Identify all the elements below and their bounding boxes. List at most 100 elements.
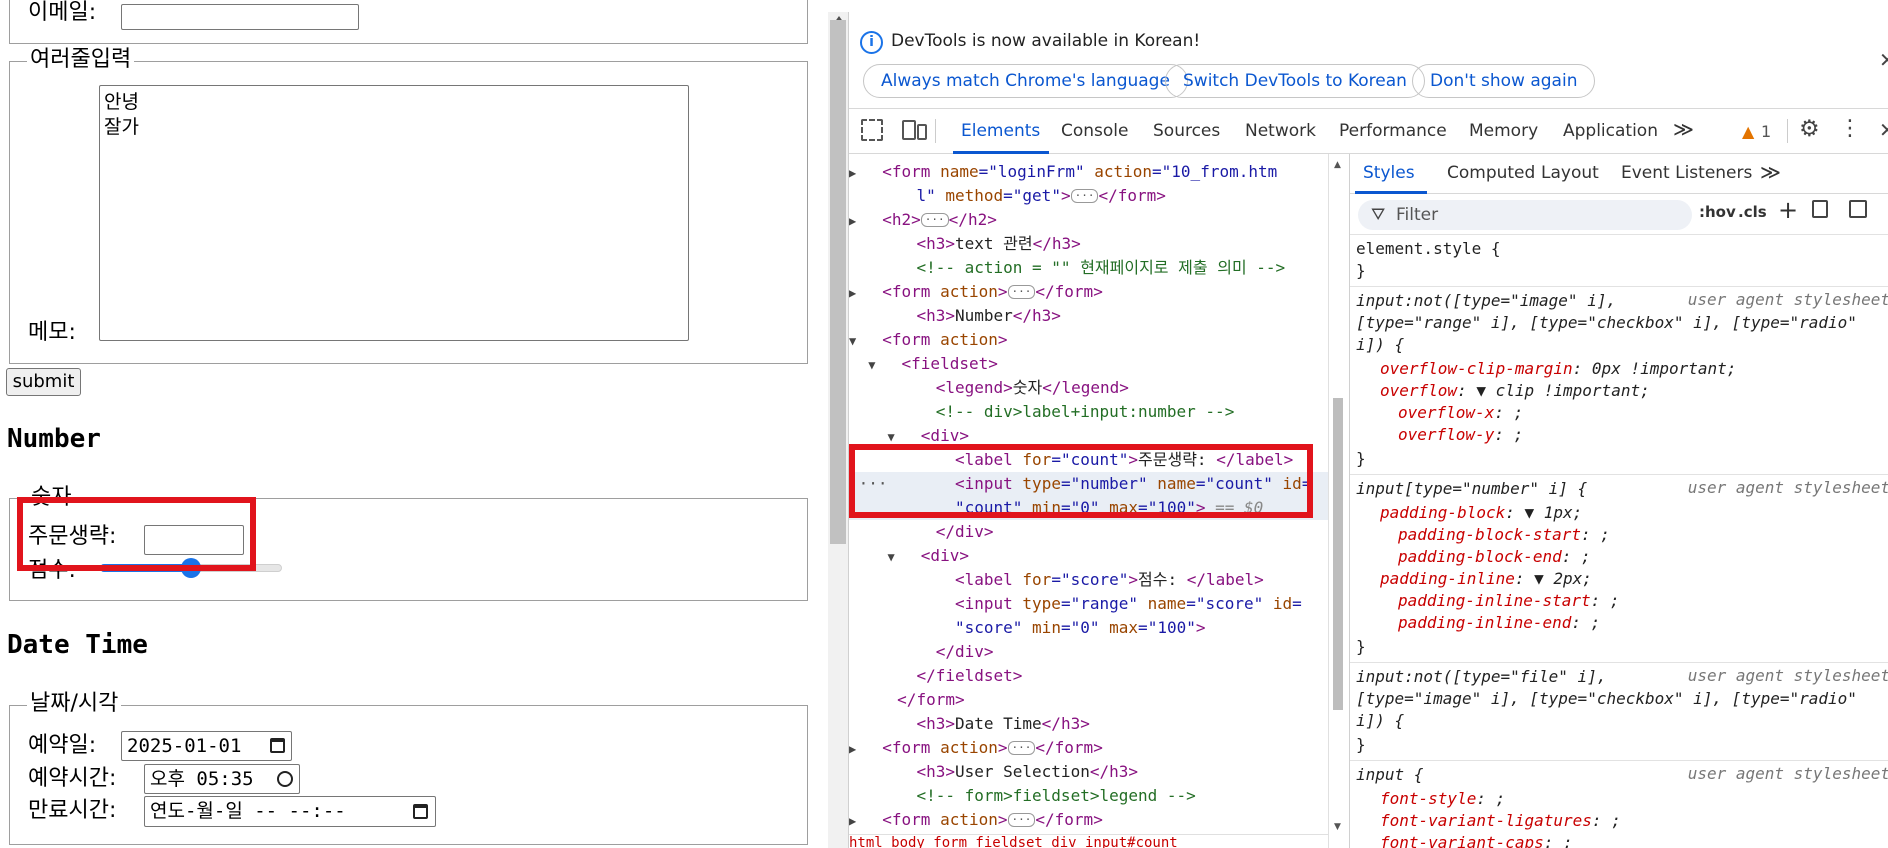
tree-line[interactable]: l" method="get"> ··· </form> (849, 184, 1329, 208)
style-rule-line: } (1356, 637, 1366, 656)
date-value: 2025-01-01 (127, 735, 242, 757)
device-toolbar-icon-tablet (917, 124, 927, 140)
close-devtools-icon[interactable]: ✕ (1879, 118, 1888, 142)
memo-textarea[interactable] (99, 85, 689, 341)
tree-scrollbar-thumb[interactable] (1333, 398, 1343, 710)
style-decl[interactable]: overflow-clip-margin: 0px !important; (1380, 358, 1736, 380)
warning-icon[interactable]: ▲ (1742, 122, 1754, 141)
style-decl[interactable]: overflow-x: ; (1398, 402, 1523, 424)
paint-brush-icon[interactable] (1812, 200, 1828, 218)
style-decl[interactable]: font-variant-ligatures: ; (1380, 810, 1621, 832)
tree-line[interactable]: </div> (849, 520, 1329, 544)
inspect-element-icon[interactable] (861, 119, 883, 141)
style-decl[interactable]: padding-inline-end: ; (1398, 612, 1600, 634)
tab-network[interactable]: Network (1245, 121, 1316, 141)
tree-line[interactable]: <input type="range" name="score" id= (849, 592, 1329, 616)
clock-icon[interactable] (277, 771, 293, 787)
tree-line[interactable]: <h3>Date Time</h3> (849, 712, 1329, 736)
elements-dom-tree[interactable]: ▶ <form name="loginFrm" action="10_from.… (849, 154, 1329, 848)
style-rule-line[interactable]: element.style { (1356, 238, 1501, 260)
style-decl[interactable]: padding-block: ▼ 1px; (1380, 502, 1582, 524)
tab-computed[interactable]: Computed (1447, 163, 1535, 183)
tree-line[interactable]: ▶ <h2> ··· </h2> (849, 208, 1329, 232)
tree-line[interactable]: <h3>text 관련</h3> (849, 232, 1329, 256)
time-input[interactable]: 오후 05:35 (144, 764, 300, 794)
rule-divider (1350, 234, 1888, 235)
expire-datetime-input[interactable]: 연도-월-일 -- --:-- (144, 796, 436, 827)
tab-layout[interactable]: Layout (1541, 163, 1599, 183)
tree-line[interactable]: ▶ <form action> ··· </form> (849, 808, 1329, 832)
rule-divider (1350, 662, 1888, 663)
gear-icon[interactable]: ⚙ (1799, 116, 1820, 142)
tree-line[interactable]: <!-- action = "" 현재페이지로 제출 의미 --> (849, 256, 1329, 280)
info-icon: i (860, 31, 883, 54)
more-tabs-icon[interactable]: ≫ (1673, 117, 1694, 141)
device-toolbar-icon[interactable] (902, 120, 916, 140)
style-rule-line[interactable]: input:not([type="file" i], (1356, 666, 1606, 688)
tree-line[interactable]: ▶ <form name="loginFrm" action="10_from.… (849, 160, 1329, 184)
style-rule-line[interactable]: input { (1356, 764, 1423, 786)
tab-application[interactable]: Application (1563, 121, 1658, 141)
style-decl[interactable]: font-style: ; (1380, 788, 1505, 810)
tree-line[interactable]: <label for="score">점수: </label> (849, 568, 1329, 592)
tab-console[interactable]: Console (1061, 121, 1129, 141)
hov-toggle[interactable]: :hov (1699, 203, 1736, 221)
tree-line[interactable]: <h3>Number</h3> (849, 304, 1329, 328)
tree-line[interactable]: </fieldset> (849, 664, 1329, 688)
style-decl[interactable]: overflow: ▼ clip !important; (1380, 380, 1650, 402)
page-scrollbar[interactable] (828, 12, 848, 848)
tab-styles[interactable]: Styles (1363, 163, 1415, 183)
style-decl[interactable]: padding-block-end: ; (1398, 546, 1591, 568)
tree-line[interactable]: </div> (849, 640, 1329, 664)
tree-line[interactable]: <!-- div>label+input:number --> (849, 400, 1329, 424)
date-label: 예약일: (28, 733, 97, 758)
style-decl[interactable]: font-variant-caps: ; (1380, 832, 1573, 848)
scrollbar-thumb[interactable] (830, 20, 846, 544)
style-decl[interactable]: overflow-y: ; (1398, 424, 1523, 446)
switch-to-korean-button[interactable]: Switch DevTools to Korean (1165, 64, 1425, 98)
style-decl[interactable]: padding-inline: ▼ 2px; (1380, 568, 1592, 590)
kebab-menu-icon[interactable]: ⋮ (1839, 116, 1861, 141)
tree-divider (1328, 154, 1329, 848)
tree-line[interactable]: <!-- form>fieldset>legend --> (849, 784, 1329, 808)
scroll-down-arrow[interactable]: ▼ (1334, 822, 1341, 832)
submit-button[interactable]: submit (6, 368, 81, 396)
tree-line[interactable]: "score" min="0" max="100"> (849, 616, 1329, 640)
email-input[interactable] (121, 4, 359, 30)
style-decl[interactable]: padding-inline-start: ; (1398, 590, 1620, 612)
tree-scrollbar[interactable]: ▲ ▼ (1331, 160, 1345, 848)
styles-filter-input[interactable]: ⛛ Filter (1358, 200, 1692, 230)
tree-line[interactable]: ▶ <form action> ··· </form> (849, 736, 1329, 760)
tab-memory[interactable]: Memory (1469, 121, 1538, 141)
new-rule-icon[interactable]: + (1778, 196, 1798, 224)
date-input[interactable]: 2025-01-01 (121, 731, 292, 761)
calendar-icon[interactable] (413, 804, 428, 819)
style-decl[interactable]: padding-block-start: ; (1398, 524, 1610, 546)
close-icon[interactable]: ✕ (1879, 48, 1888, 72)
tree-line[interactable]: </form> (849, 688, 1329, 712)
tree-line[interactable]: <h3>User Selection</h3> (849, 760, 1329, 784)
tab-sources[interactable]: Sources (1153, 121, 1220, 141)
scroll-up-arrow[interactable]: ▲ (1334, 160, 1341, 170)
style-rule-line[interactable]: input[type="number" i] { (1356, 478, 1587, 500)
style-rule-line[interactable]: input:not([type="image" i], (1356, 290, 1616, 312)
tree-line[interactable]: ▶ <form action> ··· </form> (849, 280, 1329, 304)
tab-event-listeners[interactable]: Event Listeners (1621, 163, 1752, 183)
tree-line[interactable]: <legend>숫자</legend> (849, 376, 1329, 400)
sidebar-toggle-icon[interactable] (1849, 200, 1867, 218)
tree-line[interactable]: ▼ <div> (849, 544, 1329, 568)
more-subtabs-icon[interactable]: ≫ (1760, 160, 1781, 184)
tab-elements[interactable]: Elements (961, 121, 1040, 141)
calendar-icon[interactable] (270, 738, 285, 753)
always-match-language-button[interactable]: Always match Chrome's language (863, 64, 1188, 98)
styles-tabbar: Styles Computed Layout Event Listeners ≫ (1350, 154, 1888, 194)
tree-line[interactable]: ▼ <form action> (849, 328, 1329, 352)
tab-performance[interactable]: Performance (1339, 121, 1447, 141)
style-rule-line: } (1356, 261, 1366, 280)
tree-line[interactable]: ▼ <fieldset> (849, 352, 1329, 376)
cls-toggle[interactable]: .cls (1738, 203, 1767, 221)
dont-show-again-button[interactable]: Don't show again (1412, 64, 1596, 98)
breadcrumb[interactable]: html body form fieldset div input#count (849, 835, 1178, 848)
devtools-panel: i DevTools is now available in Korean! A… (848, 12, 1888, 848)
ua-stylesheet-label: user agent stylesheet (1687, 666, 1888, 685)
